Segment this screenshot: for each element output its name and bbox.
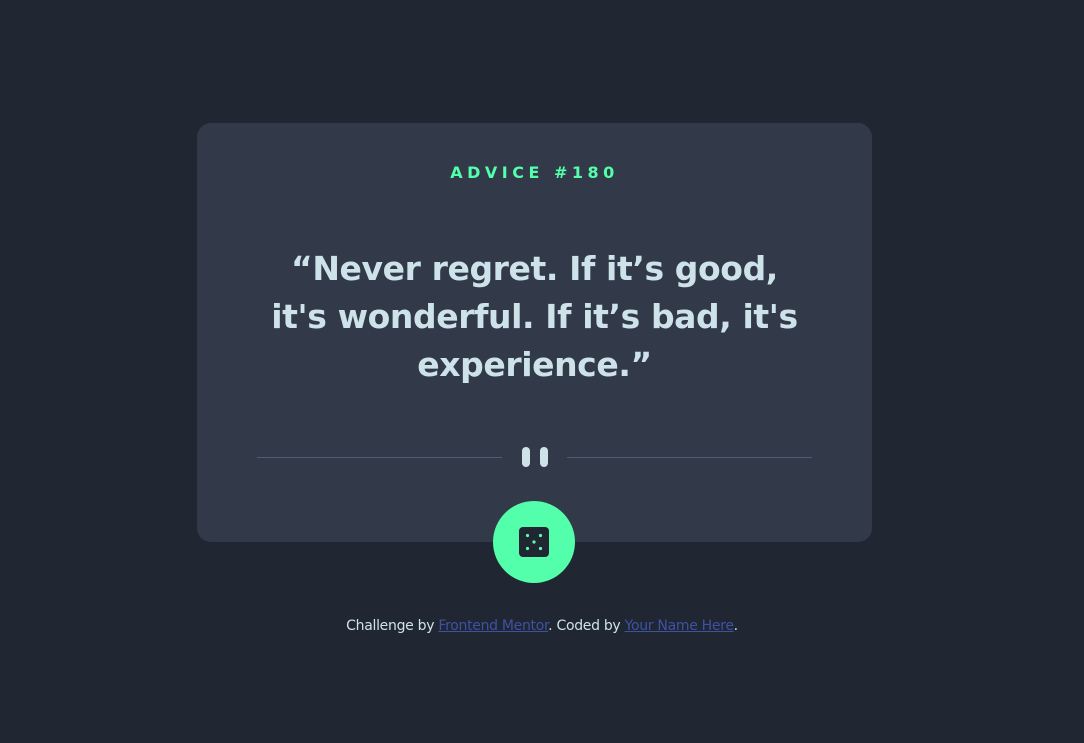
attribution-middle: . Coded by <box>548 618 625 634</box>
advice-quote: “Never regret. If it’s good, it's wonder… <box>271 249 798 384</box>
pattern-divider <box>257 447 812 469</box>
advice-id: ADVICE #180 <box>450 163 619 182</box>
author-link[interactable]: Your Name Here <box>625 618 734 634</box>
attribution-prefix: Challenge by <box>346 618 439 634</box>
divider-line-right <box>567 457 812 458</box>
attribution: Challenge by Frontend Mentor. Coded by Y… <box>0 618 1084 634</box>
dice-icon <box>519 527 549 557</box>
attribution-suffix: . <box>733 618 738 634</box>
advice-card: ADVICE #180 “Never regret. If it’s good,… <box>197 123 872 583</box>
frontend-mentor-link[interactable]: Frontend Mentor <box>438 618 548 634</box>
generate-advice-button[interactable] <box>493 501 575 583</box>
pause-icon <box>522 447 548 467</box>
divider-line-left <box>257 457 502 458</box>
